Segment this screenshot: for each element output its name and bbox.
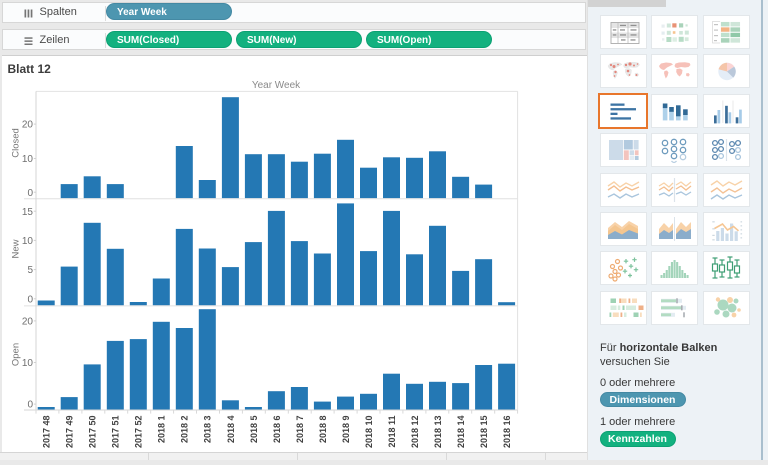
svg-text:2017 50: 2017 50 <box>88 416 98 449</box>
svg-text:2018 11: 2018 11 <box>387 416 397 448</box>
svg-text:2018 6: 2018 6 <box>272 416 282 444</box>
svg-text:0: 0 <box>27 400 33 411</box>
svg-text:20: 20 <box>22 120 34 131</box>
svg-text:2018 14: 2018 14 <box>456 416 466 449</box>
svg-text:20: 20 <box>22 317 34 328</box>
svg-text:0: 0 <box>27 188 33 199</box>
svg-text:2018 4: 2018 4 <box>226 416 236 444</box>
svg-text:2018 7: 2018 7 <box>295 416 305 444</box>
svg-text:2018 12: 2018 12 <box>410 416 420 449</box>
svg-text:Open: Open <box>10 343 21 366</box>
svg-text:Closed: Closed <box>10 128 21 158</box>
svg-text:2017 52: 2017 52 <box>134 416 144 449</box>
svg-text:2017 49: 2017 49 <box>65 416 75 449</box>
svg-text:New: New <box>10 239 21 258</box>
svg-text:2018 13: 2018 13 <box>433 416 443 449</box>
svg-text:2018 10: 2018 10 <box>364 416 374 449</box>
svg-text:10: 10 <box>22 154 34 165</box>
svg-text:15: 15 <box>22 207 34 218</box>
svg-text:0: 0 <box>27 294 33 305</box>
svg-text:2018 2: 2018 2 <box>180 416 190 444</box>
svg-text:2018 3: 2018 3 <box>203 416 213 444</box>
svg-text:2018 15: 2018 15 <box>479 416 489 449</box>
svg-text:2017 51: 2017 51 <box>111 416 121 449</box>
svg-text:2017 48: 2017 48 <box>42 416 52 449</box>
svg-text:2018 1: 2018 1 <box>157 416 167 444</box>
svg-text:10: 10 <box>22 236 34 247</box>
svg-text:2018 16: 2018 16 <box>502 416 512 449</box>
svg-text:2018 8: 2018 8 <box>318 416 328 444</box>
svg-text:5: 5 <box>27 265 33 276</box>
svg-text:2018 5: 2018 5 <box>249 416 259 444</box>
svg-text:2018 9: 2018 9 <box>341 416 351 444</box>
svg-text:10: 10 <box>22 358 34 369</box>
